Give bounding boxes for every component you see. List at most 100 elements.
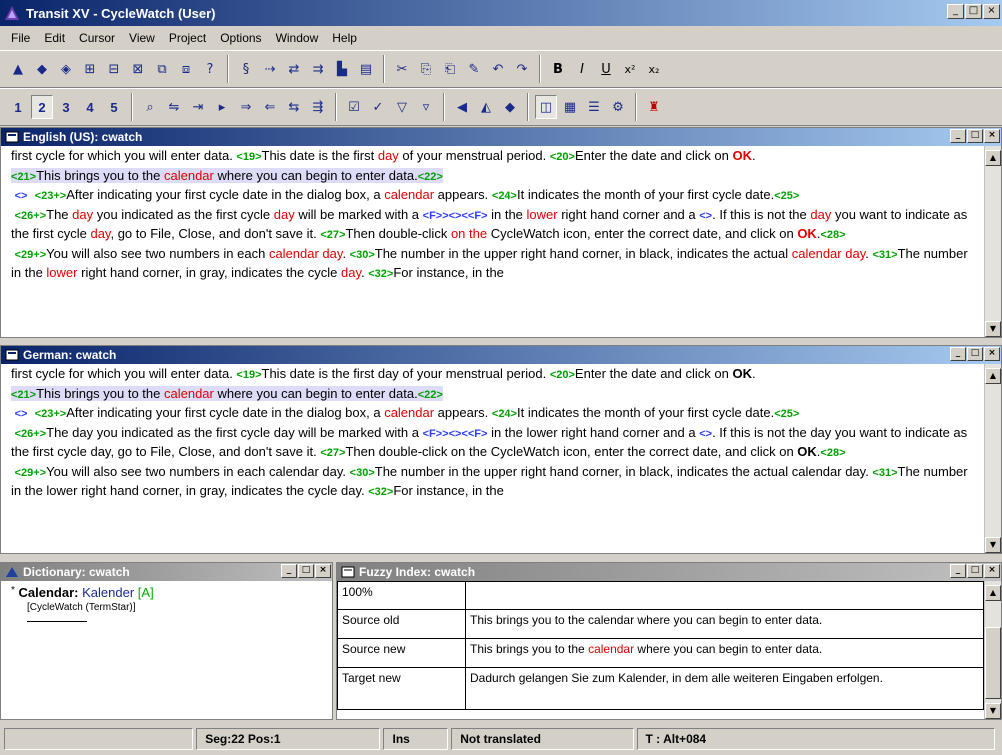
view-1-button[interactable]: 1 [7, 95, 29, 119]
view-5-button[interactable]: 5 [103, 95, 125, 119]
layout-lines-icon[interactable]: ☰ [583, 95, 605, 119]
maximize-button[interactable]: □ [965, 4, 982, 19]
status-translation-state: Not translated [451, 727, 634, 750]
close-button[interactable]: × [983, 4, 1000, 19]
dictionary-minimize-button[interactable]: _ [281, 564, 297, 578]
undo-icon[interactable]: ↶ [487, 57, 509, 81]
dictionary-close-button[interactable]: × [315, 564, 331, 578]
fuzzy-maximize-button[interactable]: □ [967, 564, 983, 578]
tag-next-icon[interactable]: ⇉ [307, 57, 329, 81]
menu-file[interactable]: File [4, 31, 37, 45]
scroll-up-icon[interactable]: ▲ [985, 585, 1001, 601]
goto-icon[interactable]: ⇢ [259, 57, 281, 81]
report-icon[interactable]: ▤ [355, 57, 377, 81]
spell-icon[interactable]: ✓ [367, 95, 389, 119]
minimize-button[interactable]: _ [947, 4, 964, 19]
view-4-button[interactable]: 4 [79, 95, 101, 119]
underline-icon[interactable]: U [595, 57, 617, 81]
replace-icon[interactable]: ⇋ [163, 95, 185, 119]
help-icon[interactable]: ? [199, 57, 221, 81]
table-row[interactable]: Source old This brings you to the calend… [337, 609, 984, 639]
export-icon[interactable]: ⊟ [103, 57, 125, 81]
subscript-icon[interactable]: x₂ [643, 57, 665, 81]
dictionary-entry[interactable]: * Calendar: Kalender [A] [CycleWatch (Te… [1, 581, 332, 622]
filter-icon[interactable]: ▽ [391, 95, 413, 119]
current-segment[interactable]: <21>This brings you to the calendar wher… [11, 167, 443, 183]
fuzzy-close-button[interactable]: × [984, 564, 1000, 578]
menu-options[interactable]: Options [213, 31, 268, 45]
scroll-down-icon[interactable]: ▼ [985, 321, 1001, 337]
copy-icon[interactable]: ⎘ [415, 57, 437, 81]
source-text[interactable]: first cycle for which you will enter dat… [1, 146, 984, 337]
cut-icon[interactable]: ✂ [391, 57, 413, 81]
tag-jump-icon[interactable]: ⇄ [283, 57, 305, 81]
scroll-up-icon[interactable]: ▲ [985, 368, 1001, 384]
current-segment[interactable]: <21>This brings you to the calendar wher… [11, 385, 443, 401]
prev-segment-icon[interactable]: ◀ [451, 95, 473, 119]
table-row[interactable]: Target new Dadurch gelangen Sie zum Kale… [337, 667, 984, 710]
align-icon[interactable]: ⧈ [175, 57, 197, 81]
source-maximize-button[interactable]: □ [967, 129, 983, 143]
bold-icon[interactable]: B [547, 57, 569, 81]
open-icon[interactable]: ◆ [31, 57, 53, 81]
find-icon[interactable]: ⌕ [139, 95, 161, 119]
marker-icon: * [11, 585, 15, 596]
compare-icon[interactable]: ⧉ [151, 57, 173, 81]
tools-icon[interactable]: ⚙ [607, 95, 629, 119]
target-minimize-button[interactable]: _ [950, 347, 966, 361]
fuzzy-table: 100% Source old This brings you to the c… [337, 581, 984, 710]
target-text[interactable]: first cycle for which you will enter dat… [1, 364, 984, 553]
scroll-thumb[interactable] [985, 627, 1001, 699]
target-scrollbar[interactable]: ▲ ▼ [984, 364, 1001, 553]
menu-cursor[interactable]: Cursor [72, 31, 122, 45]
next-segment-icon[interactable]: ▸ [211, 95, 233, 119]
filter-off-icon[interactable]: ▿ [415, 95, 437, 119]
view-2-button[interactable]: 2 [31, 95, 53, 119]
menu-view[interactable]: View [122, 31, 162, 45]
target-maximize-button[interactable]: □ [967, 347, 983, 361]
translate-icon[interactable]: ◭ [475, 95, 497, 119]
import-icon[interactable]: ⊞ [79, 57, 101, 81]
menu-help[interactable]: Help [325, 31, 364, 45]
prev-tag-icon[interactable]: ⇐ [259, 95, 281, 119]
terminology-icon[interactable]: ♜ [643, 95, 665, 119]
fuzzy-minimize-button[interactable]: _ [950, 564, 966, 578]
scroll-down-icon[interactable]: ▼ [985, 537, 1001, 553]
pair-icon[interactable]: ⊠ [127, 57, 149, 81]
layout-table-icon[interactable]: ▦ [559, 95, 581, 119]
fuzzy-scrollbar[interactable]: ▲ ▼ [984, 581, 1001, 719]
segment-26: <26+>The day you indicated as the first … [11, 206, 968, 242]
menu-window[interactable]: Window [269, 31, 326, 45]
fuzzy-index-panel: Fuzzy Index: cwatch _ □ × 100% Source old … [336, 562, 1002, 720]
layout-split-icon[interactable]: ◫ [535, 95, 557, 119]
target-close-button[interactable]: × [984, 347, 1000, 361]
dictionary-maximize-button[interactable]: □ [298, 564, 314, 578]
accept-icon[interactable]: ◆ [499, 95, 521, 119]
table-row[interactable]: Source new This brings you to the calend… [337, 638, 984, 668]
find-next-icon[interactable]: ⇥ [187, 95, 209, 119]
tag-swap-icon[interactable]: ⇆ [283, 95, 305, 119]
superscript-icon[interactable]: x² [619, 57, 641, 81]
source-scrollbar[interactable]: ▲ ▼ [984, 146, 1001, 337]
next-tag-icon[interactable]: ⇒ [235, 95, 257, 119]
markup-icon[interactable]: § [235, 57, 257, 81]
tag-list-icon[interactable]: ⇶ [307, 95, 329, 119]
italic-icon[interactable]: I [571, 57, 593, 81]
statistics-icon[interactable]: ▙ [331, 57, 353, 81]
format-painter-icon[interactable]: ✎ [463, 57, 485, 81]
save-icon[interactable]: ◈ [55, 57, 77, 81]
check-icon[interactable]: ☑ [343, 95, 365, 119]
project-icon[interactable]: ▲ [7, 57, 29, 81]
menu-edit[interactable]: Edit [37, 31, 72, 45]
paste-icon[interactable]: ⎗ [439, 57, 461, 81]
segment-23: <> <23+>After indicating your first cycl… [14, 187, 800, 202]
status-blank [4, 727, 194, 750]
fuzzy-panel-titlebar: Fuzzy Index: cwatch _ □ × [337, 563, 1001, 581]
source-minimize-button[interactable]: _ [950, 129, 966, 143]
redo-icon[interactable]: ↷ [511, 57, 533, 81]
scroll-up-icon[interactable]: ▲ [985, 150, 1001, 166]
menu-project[interactable]: Project [162, 31, 213, 45]
source-close-button[interactable]: × [984, 129, 1000, 143]
view-3-button[interactable]: 3 [55, 95, 77, 119]
scroll-down-icon[interactable]: ▼ [985, 703, 1001, 719]
